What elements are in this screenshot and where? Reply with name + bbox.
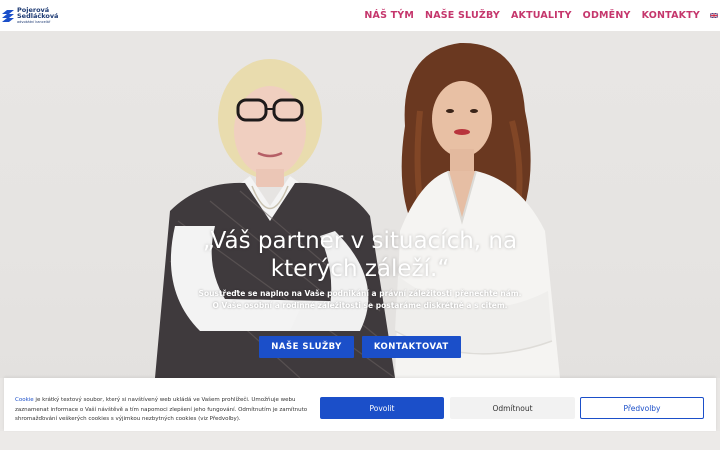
cookie-accept-button[interactable]: Povolit (320, 397, 444, 419)
hero-section (0, 31, 720, 378)
logo-name-line2: Sedláčková (17, 12, 59, 21)
logo[interactable]: Pojerová Sedláčková advokátní kancelář (1, 0, 58, 31)
cookie-preferences-button[interactable]: Předvolby (580, 397, 704, 419)
site-header: Pojerová Sedláčková advokátní kancelář N… (0, 0, 720, 31)
main-nav: NÁŠ TÝM NAŠE SLUŽBY AKTUALITY ODMĚNY KON… (353, 10, 718, 21)
logo-mark-icon (2, 9, 14, 22)
cookie-banner: Cookie je krátký textový soubor, který s… (4, 378, 716, 431)
person-right-illustration (394, 42, 560, 378)
nav-item-odmeny[interactable]: ODMĚNY (583, 10, 631, 21)
nav-item-nas-tym[interactable]: NÁŠ TÝM (364, 10, 414, 21)
hero-subline-2: O Vaše osobní a rodinné záležitosti se p… (212, 301, 508, 310)
hero-copy: „Váš partner v situacích, na kterých zál… (0, 227, 720, 312)
hero-photo (155, 42, 560, 378)
nav-item-aktuality[interactable]: AKTUALITY (511, 10, 572, 21)
person-left-illustration (155, 59, 396, 378)
contact-button[interactable]: KONTAKTOVAT (361, 336, 461, 358)
nav-item-kontakty[interactable]: KONTAKTY (642, 10, 700, 21)
nav-item-nase-sluzby[interactable]: NAŠE SLUŽBY (425, 10, 500, 21)
cookie-text: Cookie je krátký textový soubor, který s… (15, 396, 315, 425)
logo-subtitle: advokátní kancelář (17, 19, 51, 24)
hero-cta-row: NAŠE SLUŽBY KONTAKTOVAT (0, 336, 720, 358)
cookie-deny-button[interactable]: Odmítnout (450, 397, 575, 419)
hero-subline-1: Soustřeďte se naplno na Vaše podnikání a… (198, 289, 522, 298)
our-services-button[interactable]: NAŠE SLUŽBY (259, 336, 354, 358)
page-bottom-strip (0, 431, 720, 450)
uk-flag-icon[interactable] (710, 13, 718, 18)
cookie-description: je krátký textový soubor, který si navšt… (15, 397, 308, 422)
hero-headline: „Váš partner v situacích, na kterých zál… (202, 228, 518, 282)
cookie-link[interactable]: Cookie (15, 397, 34, 403)
